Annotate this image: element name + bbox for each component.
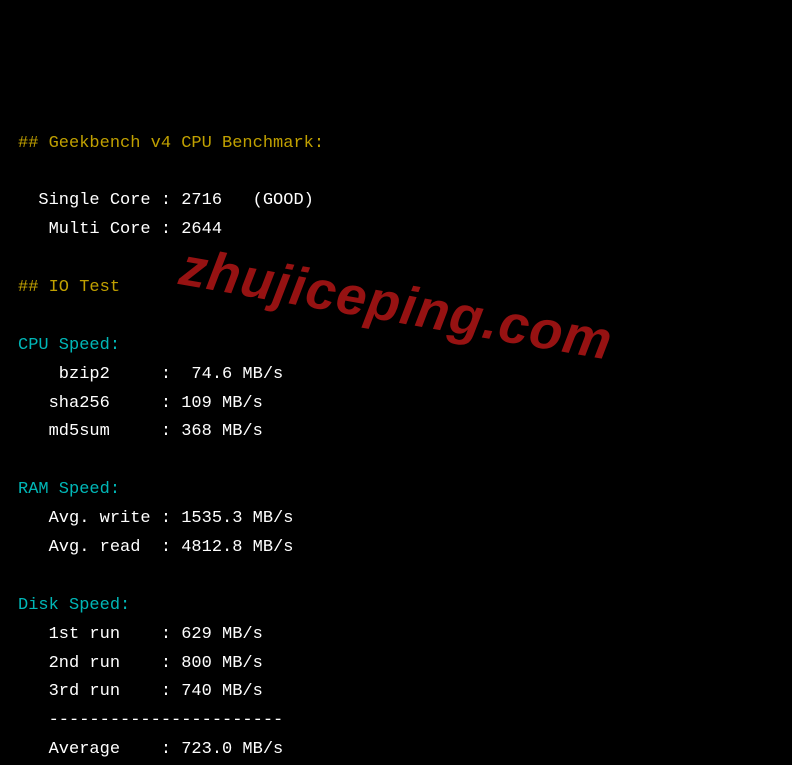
geekbench-header: ## Geekbench v4 CPU Benchmark: — [18, 134, 324, 153]
cpu-speed-header: CPU Speed: — [18, 336, 120, 355]
io-test-header: ## IO Test — [18, 278, 120, 297]
disk-run2-result: 2nd run : 800 MB/s — [18, 654, 263, 673]
cpu-md5sum-result: md5sum : 368 MB/s — [18, 422, 263, 441]
multi-core-result: Multi Core : 2644 — [18, 220, 222, 239]
cpu-sha256-result: sha256 : 109 MB/s — [18, 394, 263, 413]
disk-run3-result: 3rd run : 740 MB/s — [18, 682, 263, 701]
watermark-text: zhujiceping.com — [172, 221, 619, 387]
ram-write-result: Avg. write : 1535.3 MB/s — [18, 509, 293, 528]
ram-speed-header: RAM Speed: — [18, 480, 120, 499]
cpu-bzip2-result: bzip2 : 74.6 MB/s — [18, 365, 283, 384]
ram-read-result: Avg. read : 4812.8 MB/s — [18, 538, 293, 557]
single-core-result: Single Core : 2716 (GOOD) — [18, 191, 314, 210]
disk-average-result: Average : 723.0 MB/s — [18, 740, 283, 759]
disk-run1-result: 1st run : 629 MB/s — [18, 625, 263, 644]
disk-speed-header: Disk Speed: — [18, 596, 130, 615]
disk-separator: ----------------------- — [18, 711, 283, 730]
